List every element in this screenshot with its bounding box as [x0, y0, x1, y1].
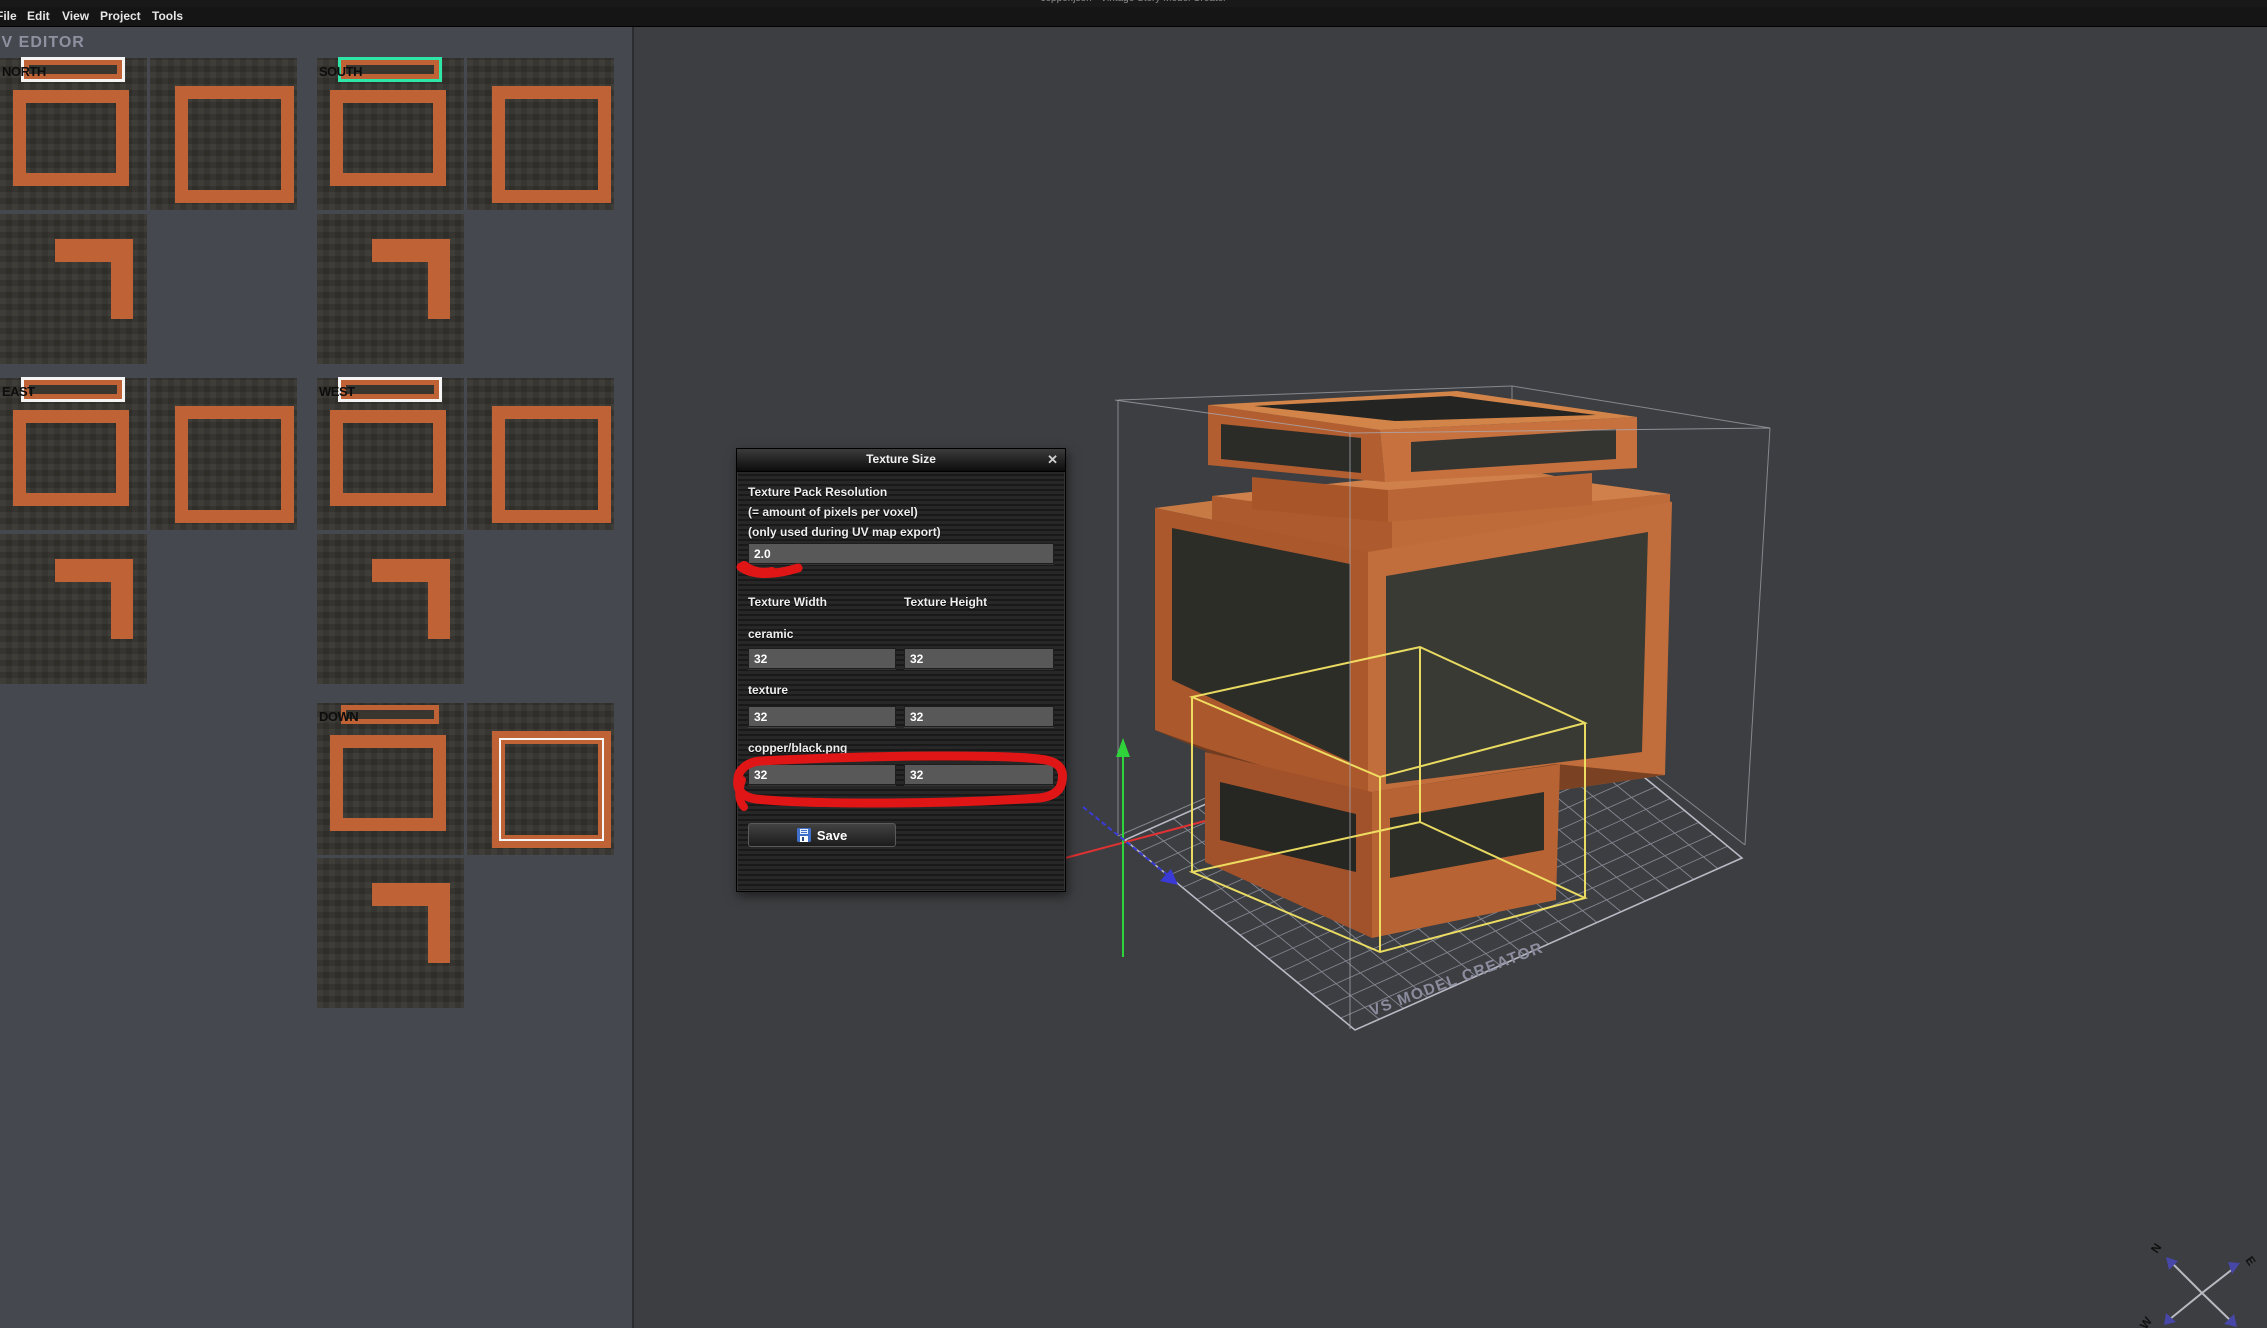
model-panel-right [1386, 532, 1648, 784]
uv-element-east-rim[interactable] [24, 380, 122, 399]
uv-element-north-corner-bar[interactable] [55, 239, 133, 262]
axis-x-red [1054, 817, 1220, 861]
uv-tile-east-2[interactable] [150, 378, 297, 530]
uv-tile-east-corner[interactable] [0, 534, 147, 684]
window-title: copper.json - Vintage Story Model Creato… [0, 0, 2267, 4]
dialog-titlebar[interactable]: Texture Size ✕ [737, 449, 1065, 472]
uv-tile-south-corner[interactable] [317, 214, 464, 364]
uv-editor-header: UV EDITOR [0, 34, 85, 52]
uv-element-south-corner-bar[interactable] [372, 239, 450, 262]
resolution-input[interactable] [748, 543, 1054, 564]
uv-tile-west-1[interactable] [317, 378, 464, 530]
menu-item-file[interactable]: File [0, 9, 17, 23]
uv-element-north-corner-desc[interactable] [111, 261, 133, 319]
resolution-label: Texture Pack Resolution [748, 485, 887, 499]
uv-element-south-ring[interactable] [330, 90, 446, 186]
compass: N E W [2137, 1241, 2259, 1328]
save-button-label: Save [817, 828, 847, 843]
uv-face-label-north: NORTH [2, 64, 46, 79]
floppy-disk-icon [797, 828, 811, 842]
uv-element-west-corner-bar[interactable] [372, 559, 450, 582]
uv-tile-south-1[interactable] [317, 58, 464, 210]
uv-tile-down-2[interactable] [467, 703, 614, 855]
uv-element-east-body-ring[interactable] [175, 406, 294, 523]
watermark-text: VS MODEL CREATOR [1367, 939, 1545, 1019]
uv-tile-north-corner[interactable] [0, 214, 147, 364]
texture-name-ceramic: ceramic [748, 627, 793, 641]
uv-element-south-corner-desc[interactable] [428, 261, 450, 319]
compass-label-w: W [2137, 1314, 2155, 1328]
uv-element-north-ring[interactable] [13, 90, 129, 186]
texture-height-header: Texture Height [904, 595, 987, 609]
menu-item-project[interactable]: Project [100, 9, 141, 23]
texture-name-texture: texture [748, 683, 788, 697]
uv-element-west-corner-desc[interactable] [428, 581, 450, 639]
close-icon[interactable]: ✕ [1047, 452, 1058, 468]
model-copper-crock[interactable] [1155, 391, 1672, 938]
uv-element-west-body-ring[interactable] [492, 406, 611, 523]
uv-tile-down-1[interactable] [317, 703, 464, 855]
uv-tile-north-2[interactable] [150, 58, 297, 210]
menu-item-edit[interactable]: Edit [27, 9, 50, 23]
resolution-note-1: (= amount of pixels per voxel) [748, 505, 918, 519]
copper-black-width-input[interactable] [748, 764, 896, 785]
window-titlebar: copper.json - Vintage Story Model Creato… [0, 0, 2267, 7]
uv-tile-down-corner[interactable] [317, 858, 464, 1008]
uv-element-down-corner-desc[interactable] [428, 905, 450, 963]
uv-tile-south-2[interactable] [467, 58, 614, 210]
uv-face-label-south: SOUTH [319, 64, 362, 79]
copper-black-height-input[interactable] [904, 764, 1054, 785]
uv-tile-west-2[interactable] [467, 378, 614, 530]
uv-element-west-ring[interactable] [330, 410, 446, 506]
uv-element-east-corner-bar[interactable] [55, 559, 133, 582]
menu-bar: File Edit View Project Tools [0, 7, 2267, 27]
uv-element-west-rim[interactable] [341, 380, 439, 399]
menu-item-tools[interactable]: Tools [152, 9, 183, 23]
uv-element-down-ring[interactable] [330, 735, 446, 831]
texture-name-copper-black: copper/black.png [748, 741, 847, 755]
uv-face-label-west: WEST [319, 384, 355, 399]
ceramic-width-input[interactable] [748, 648, 896, 669]
save-button[interactable]: Save [748, 823, 896, 847]
uv-tile-east-1[interactable] [0, 378, 147, 530]
uv-element-down-corner-bar[interactable] [372, 883, 450, 906]
dialog-title: Texture Size [737, 452, 1065, 466]
uv-editor-panel: UV EDITOR NORTH SOUTH EAST [0, 26, 634, 1328]
resolution-note-2: (only used during UV map export) [748, 525, 941, 539]
uv-element-down-body-ring-selected[interactable] [492, 731, 611, 848]
texture-width-header: Texture Width [748, 595, 827, 609]
texture-width-input[interactable] [748, 706, 896, 727]
uv-element-north-body-ring[interactable] [175, 86, 294, 203]
uv-tile-north-1[interactable] [0, 58, 147, 210]
uv-element-east-ring[interactable] [13, 410, 129, 506]
compass-label-e: E [2243, 1254, 2259, 1269]
uv-tile-west-corner[interactable] [317, 534, 464, 684]
texture-size-dialog: Texture Size ✕ Texture Pack Resolution (… [736, 448, 1066, 892]
texture-height-input[interactable] [904, 706, 1054, 727]
uv-face-label-east: EAST [2, 384, 35, 399]
axis-gizmo [1054, 738, 1230, 957]
uv-element-east-corner-desc[interactable] [111, 581, 133, 639]
menu-item-view[interactable]: View [62, 9, 89, 23]
uv-face-label-down: DOWN [319, 709, 358, 724]
uv-element-south-body-ring[interactable] [492, 86, 611, 203]
compass-label-n: N [2148, 1241, 2164, 1256]
ceramic-height-input[interactable] [904, 648, 1054, 669]
